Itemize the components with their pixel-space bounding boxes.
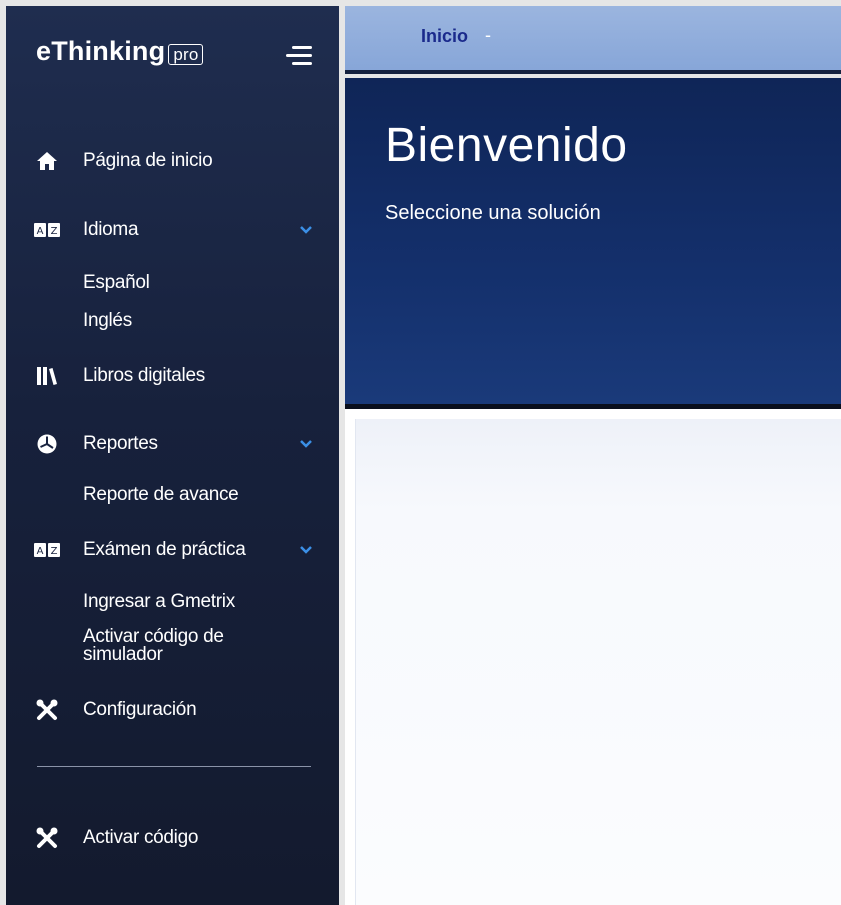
welcome-banner: Bienvenido Seleccione una solución (345, 78, 841, 404)
chevron-down-icon[interactable] (299, 439, 313, 449)
sidebar-item-idioma[interactable]: AZ Idioma (6, 213, 339, 247)
page-title: Bienvenido (385, 119, 628, 172)
sidebar-item-configuracion[interactable]: Configuración (6, 693, 339, 727)
sidebar-item-label: Exámen de práctica (83, 539, 246, 560)
home-icon (34, 150, 60, 172)
sidebar-item-activar-codigo[interactable]: Activar código (6, 821, 339, 855)
svg-text:Z: Z (51, 546, 58, 557)
chevron-down-icon[interactable] (299, 225, 313, 235)
sidebar-item-label: Reportes (83, 433, 158, 454)
sidebar-subitem-espanol[interactable]: Español (83, 273, 150, 292)
breadcrumb: Inicio - (345, 6, 841, 74)
main-content (345, 409, 841, 905)
svg-text:A: A (37, 546, 44, 557)
sidebar-item-label: Idioma (83, 219, 139, 240)
sidebar-subitem-ingresar-gmetrix[interactable]: Ingresar a Gmetrix (83, 592, 235, 611)
sidebar-subitem-reporte-de-avance[interactable]: Reporte de avance (83, 485, 239, 504)
page-subtitle: Seleccione una solución (385, 202, 601, 224)
sidebar-item-reportes[interactable]: Reportes (6, 427, 339, 461)
sidebar-item-libros-digitales[interactable]: Libros digitales (6, 359, 339, 393)
solutions-panel (355, 419, 841, 905)
pie-chart-icon (34, 433, 60, 455)
sidebar-item-pagina-de-inicio[interactable]: Página de inicio (6, 144, 339, 178)
sidebar-divider (37, 766, 311, 767)
breadcrumb-separator: - (485, 25, 491, 45)
brand-badge: pro (168, 44, 204, 65)
sidebar-item-label: Libros digitales (83, 365, 205, 386)
svg-text:Z: Z (51, 226, 58, 237)
svg-text:A: A (37, 226, 44, 237)
chevron-down-icon[interactable] (299, 545, 313, 555)
language-icon: AZ (34, 219, 60, 241)
sidebar: eThinking pro Página de inicio AZ Idioma… (6, 6, 339, 905)
sidebar-item-label: Configuración (83, 699, 197, 720)
tools-icon (34, 699, 60, 721)
language-icon: AZ (34, 539, 60, 561)
brand-logo[interactable]: eThinking pro (36, 36, 204, 72)
tools-icon (34, 827, 60, 849)
sidebar-subitem-ingles[interactable]: Inglés (83, 311, 132, 330)
sidebar-subitem-activar-codigo-simulador[interactable]: Activar código de simulador (83, 627, 263, 664)
sidebar-item-label: Activar código (83, 827, 199, 848)
sidebar-item-label: Página de inicio (83, 150, 213, 171)
brand-name: eThinking (36, 36, 166, 66)
books-icon (34, 365, 60, 387)
sidebar-item-examen-de-practica[interactable]: AZ Exámen de práctica (6, 533, 339, 567)
menu-toggle-icon[interactable] (282, 44, 312, 68)
breadcrumb-item-inicio[interactable]: Inicio (421, 26, 468, 47)
